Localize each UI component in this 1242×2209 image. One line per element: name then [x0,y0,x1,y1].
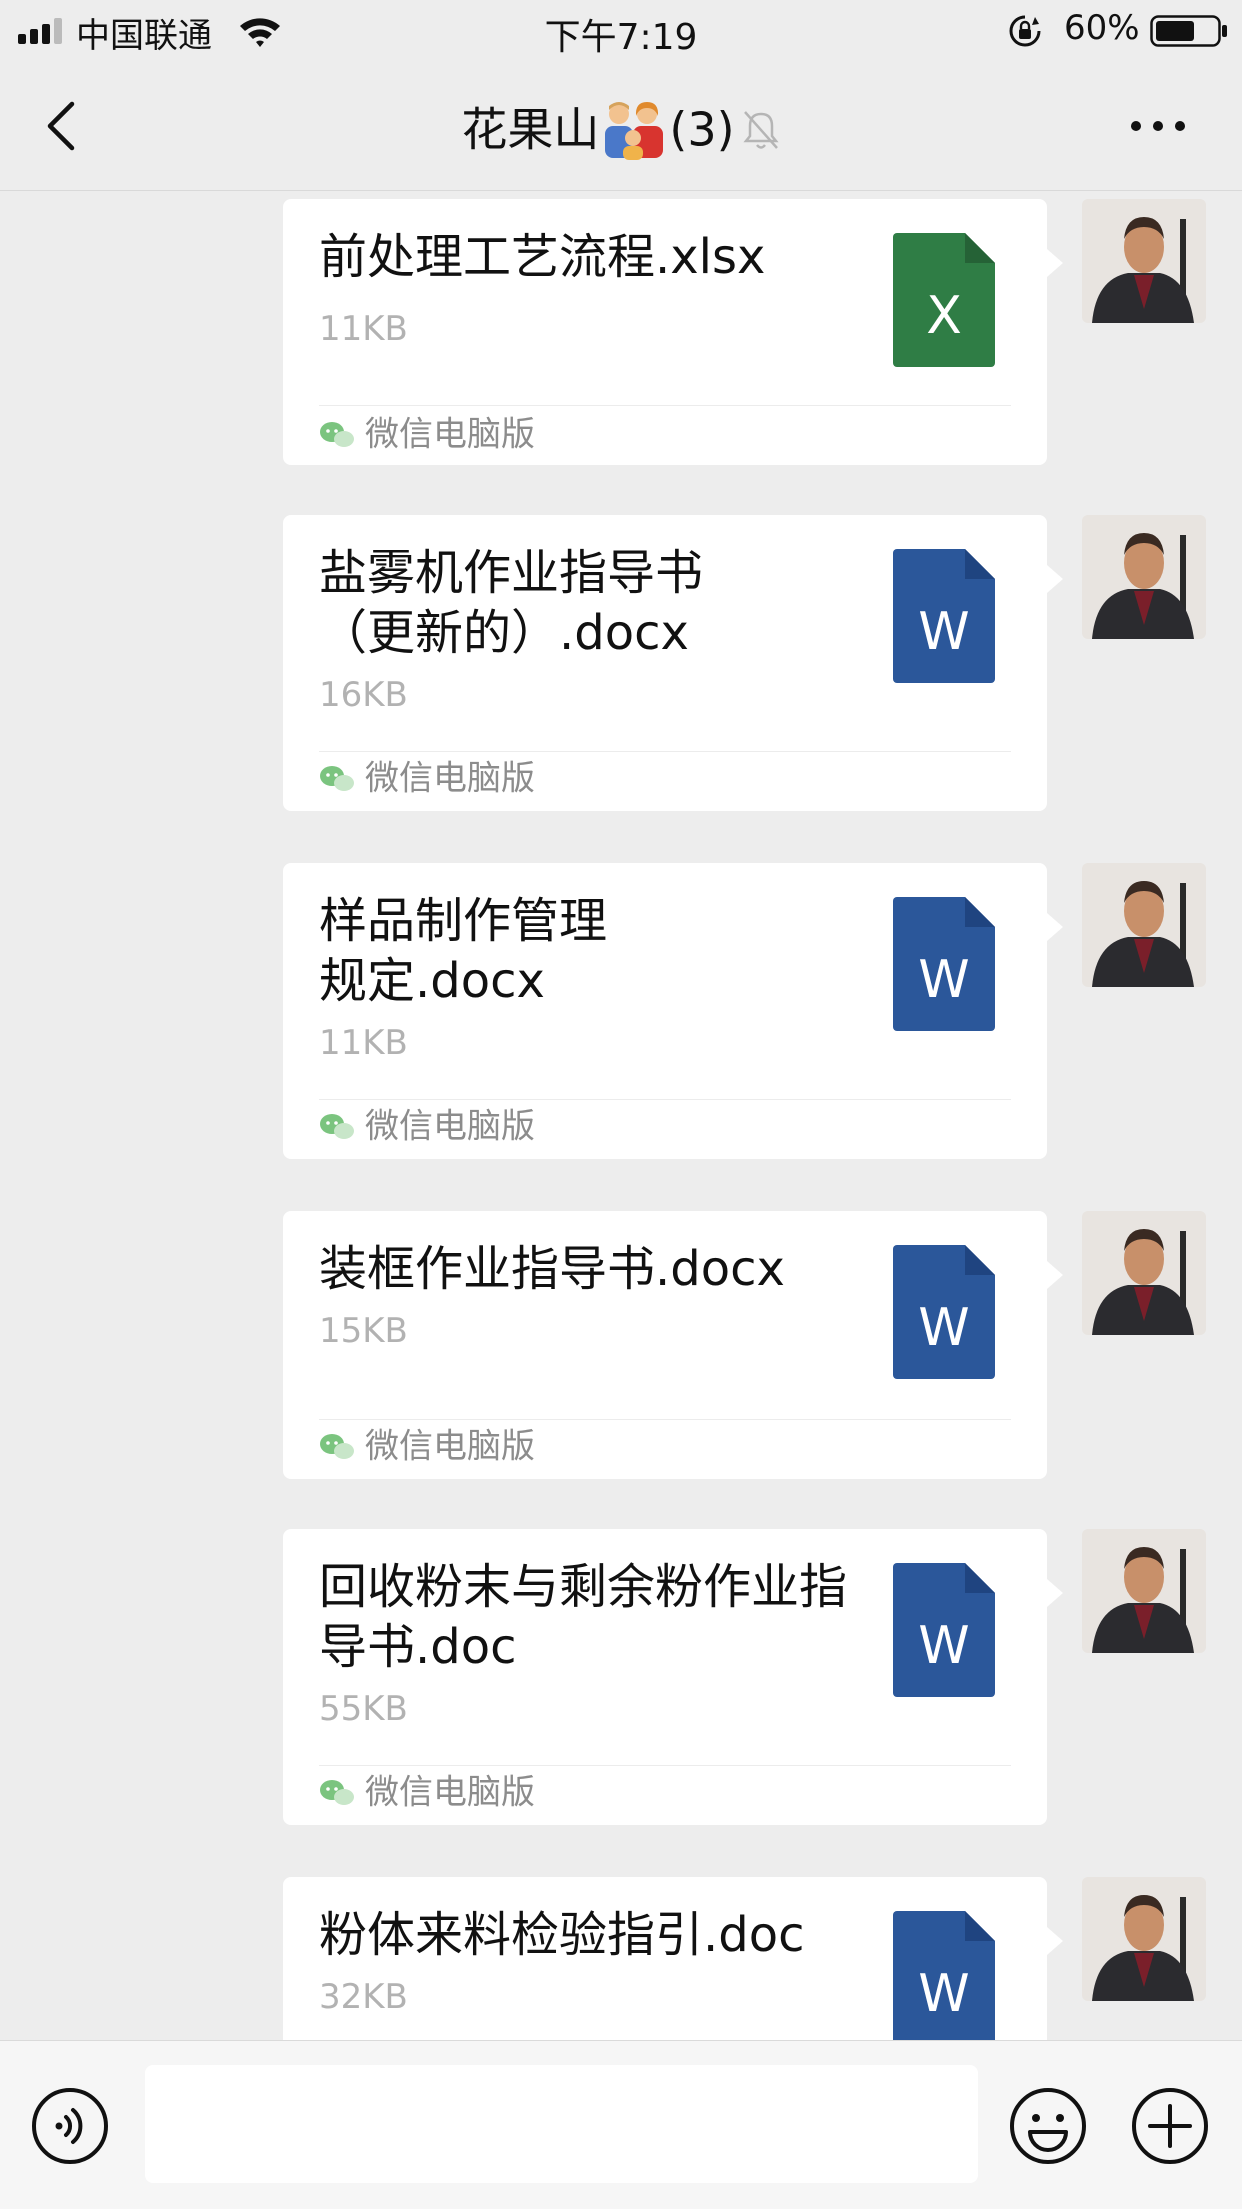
bubble-tail [1047,1927,1063,1955]
wechat-icon [320,1779,354,1805]
file-size: 55KB [319,1689,408,1729]
source-label: 微信电脑版 [319,1425,535,1467]
more-dots-icon[interactable] [1128,116,1188,136]
file-name: 粉体来料检验指引.doc [319,1907,805,1963]
file-message-bubble[interactable]: 回收粉末与剩余粉作业指导书.doc 55KB W 微信电脑版 [283,1529,1047,1825]
avatar[interactable] [1082,515,1206,639]
file-type-letter: W [918,1964,969,2024]
word-file-icon: W [893,1911,995,2040]
wechat-icon [320,1433,354,1459]
avatar[interactable] [1082,1211,1206,1335]
bubble-tail [1047,1579,1063,1607]
chat-title-text: 花果山 [461,102,600,157]
bubble-tail [1047,1261,1063,1289]
message-row: 盐雾机作业指导书（更新的）.docx 16KB W 微信电脑版 [0,515,1242,815]
file-type-letter: X [926,286,962,346]
wechat-icon [320,421,354,447]
member-count: (3) [669,102,735,157]
divider [319,751,1011,752]
wechat-icon [320,1113,354,1139]
bell-off-icon [742,110,779,149]
source-text: 微信电脑版 [365,1106,535,1147]
chat-messages[interactable]: 前处理工艺流程.xlsx 11KB X 微信电脑版 盐雾机作业指导书（更新的）.… [0,191,1242,2040]
avatar[interactable] [1082,1877,1206,2001]
avatar-image [1082,199,1206,323]
file-message-bubble[interactable]: 前处理工艺流程.xlsx 11KB X 微信电脑版 [283,199,1047,465]
source-text: 微信电脑版 [365,758,535,799]
divider [319,1099,1011,1100]
file-name: 回收粉末与剩余粉作业指导书.doc [319,1559,848,1675]
avatar-image [1082,515,1206,639]
avatar-image [1082,1211,1206,1335]
file-type-letter: W [918,1616,969,1676]
avatar[interactable] [1082,1529,1206,1653]
file-message-bubble[interactable]: 粉体来料检验指引.doc 32KB W [283,1877,1047,2040]
file-type-letter: W [918,602,969,662]
word-file-icon: W [893,549,995,683]
divider [319,405,1011,406]
word-file-icon: W [893,1245,995,1379]
file-message-bubble[interactable]: 样品制作管理规定.docx 11KB W 微信电脑版 [283,863,1047,1159]
message-row: 装框作业指导书.docx 15KB W 微信电脑版 [0,1211,1242,1483]
emoji-icon[interactable] [1008,2086,1088,2166]
bubble-tail [1047,913,1063,941]
message-row: 粉体来料检验指引.doc 32KB W [0,1877,1242,2040]
message-row: 前处理工艺流程.xlsx 11KB X 微信电脑版 [0,199,1242,469]
file-name: 盐雾机作业指导书（更新的）.docx [319,545,704,661]
source-text: 微信电脑版 [365,414,535,455]
plus-icon[interactable] [1130,2086,1210,2166]
file-type-letter: W [918,1298,969,1358]
message-row: 回收粉末与剩余粉作业指导书.doc 55KB W 微信电脑版 [0,1529,1242,1829]
file-size: 11KB [319,309,408,349]
avatar-image [1082,863,1206,987]
message-input[interactable] [145,2065,978,2183]
bubble-tail [1047,249,1063,277]
message-row: 样品制作管理规定.docx 11KB W 微信电脑版 [0,863,1242,1163]
file-size: 32KB [319,1977,408,2017]
chat-input-bar [0,2040,1242,2209]
divider [319,1765,1011,1766]
status-time: 下午7:19 [544,17,698,58]
excel-file-icon: X [893,233,995,367]
source-text: 微信电脑版 [365,1426,535,1467]
file-message-bubble[interactable]: 盐雾机作业指导书（更新的）.docx 16KB W 微信电脑版 [283,515,1047,811]
file-message-bubble[interactable]: 装框作业指导书.docx 15KB W 微信电脑版 [283,1211,1047,1479]
word-file-icon: W [893,1563,995,1697]
family-icon [605,101,664,160]
chat-header: 花果山 (3) [0,62,1242,191]
source-label: 微信电脑版 [319,413,535,455]
source-text: 微信电脑版 [365,1772,535,1813]
status-bar: 中国联通 下午7:19 60% [0,0,1242,62]
bubble-tail [1047,565,1063,593]
file-name: 装框作业指导书.docx [319,1241,785,1297]
avatar-image [1082,1529,1206,1653]
source-label: 微信电脑版 [319,1105,535,1147]
avatar-image [1082,1877,1206,2001]
rotation-lock-icon [1009,15,1041,47]
file-name: 样品制作管理规定.docx [319,893,608,1009]
file-size: 15KB [319,1311,408,1351]
source-label: 微信电脑版 [319,1771,535,1813]
divider [319,1419,1011,1420]
file-size: 16KB [319,675,408,715]
voice-icon[interactable] [30,2086,110,2166]
wechat-icon [320,765,354,791]
word-file-icon: W [893,897,995,1031]
file-size: 11KB [319,1023,408,1063]
battery-percent: 60% [1064,8,1140,48]
file-name: 前处理工艺流程.xlsx [319,229,766,285]
avatar[interactable] [1082,863,1206,987]
battery-icon [1150,15,1227,47]
chat-title: 花果山 (3) [0,96,1242,160]
avatar[interactable] [1082,199,1206,323]
source-label: 微信电脑版 [319,757,535,799]
file-type-letter: W [918,950,969,1010]
